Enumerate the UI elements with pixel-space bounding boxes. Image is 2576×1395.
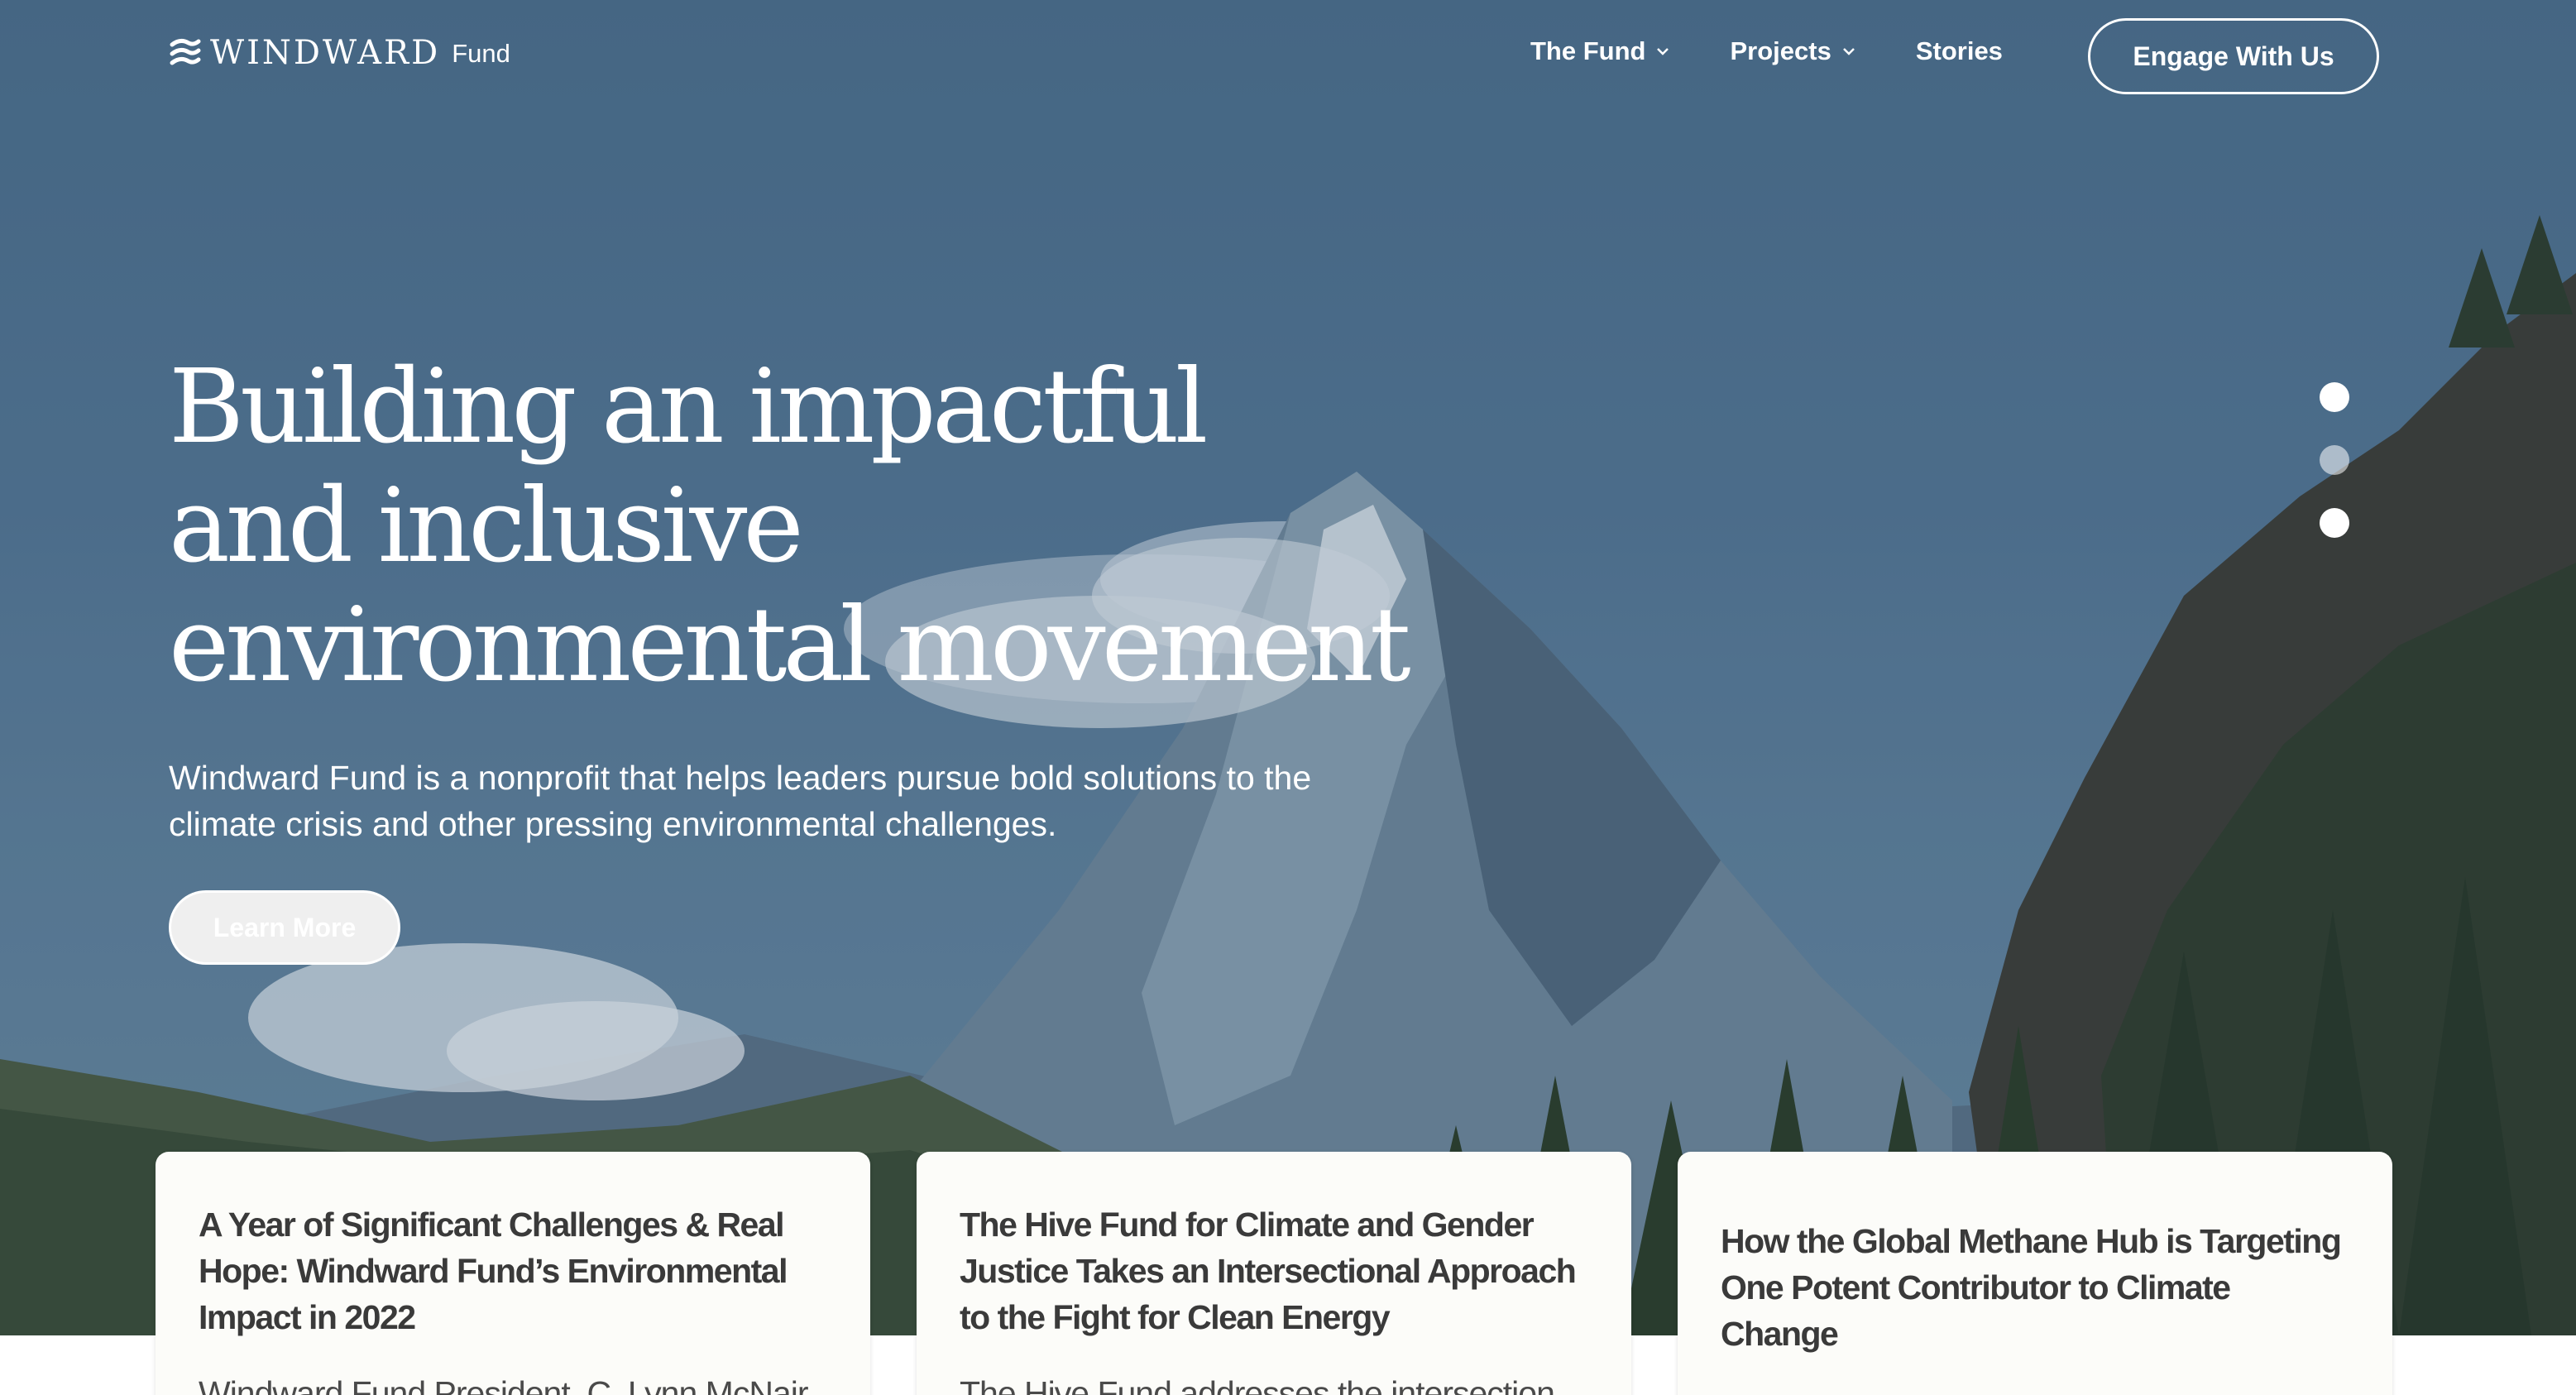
nav-item-stories[interactable]: Stories xyxy=(1916,36,2003,66)
windward-logo-icon xyxy=(170,38,201,65)
nav-item-label: Projects xyxy=(1730,36,1831,65)
card-title: A Year of Significant Challenges & Real … xyxy=(199,1206,788,1336)
logo-subtitle: Fund xyxy=(452,38,510,68)
engage-with-us-button[interactable]: Engage With Us xyxy=(2088,18,2379,94)
card-title: The Hive Fund for Climate and Gender Jus… xyxy=(960,1206,1577,1336)
slider-dot-3[interactable] xyxy=(2320,508,2349,538)
site-logo[interactable]: WINDWARD Fund xyxy=(169,36,510,70)
nav-item-projects[interactable]: Projects xyxy=(1730,36,1855,66)
card-excerpt: As the first coordinated effort to mitig… xyxy=(1721,1387,2349,1395)
nav-item-label: Stories xyxy=(1915,36,2003,65)
chevron-down-icon xyxy=(1657,48,1669,55)
nav-item-the-fund[interactable]: The Fund xyxy=(1530,36,1670,66)
logo-wordmark: WINDWARD xyxy=(210,34,441,72)
hero-section: WINDWARD Fund The Fund Projects Stories … xyxy=(0,0,2576,1335)
card-title: How the Global Methane Hub is Targeting … xyxy=(1721,1222,2342,1353)
card-excerpt: The Hive Fund addresses the intersection… xyxy=(960,1374,1555,1395)
slider-dot-2[interactable] xyxy=(2320,445,2349,475)
chevron-down-icon xyxy=(1842,48,1855,55)
story-card[interactable]: The Hive Fund for Climate and Gender Jus… xyxy=(917,1152,1631,1395)
slider-dot-1[interactable] xyxy=(2320,382,2349,412)
card-excerpt: Windward Fund President, C. Lynn McNair xyxy=(199,1374,809,1395)
hero-subtext: Windward Fund is a nonprofit that helps … xyxy=(169,759,1312,843)
story-card[interactable]: A Year of Significant Challenges & Real … xyxy=(156,1152,870,1395)
story-card[interactable]: How the Global Methane Hub is Targeting … xyxy=(1678,1152,2392,1395)
learn-more-button[interactable]: Learn More xyxy=(169,890,400,965)
nav-item-label: The Fund xyxy=(1530,36,1646,65)
slider-pagination xyxy=(2320,382,2349,538)
hero-headline: Building an impactful and inclusive envi… xyxy=(169,348,1411,705)
main-nav: The Fund Projects Stories xyxy=(1530,36,2062,66)
